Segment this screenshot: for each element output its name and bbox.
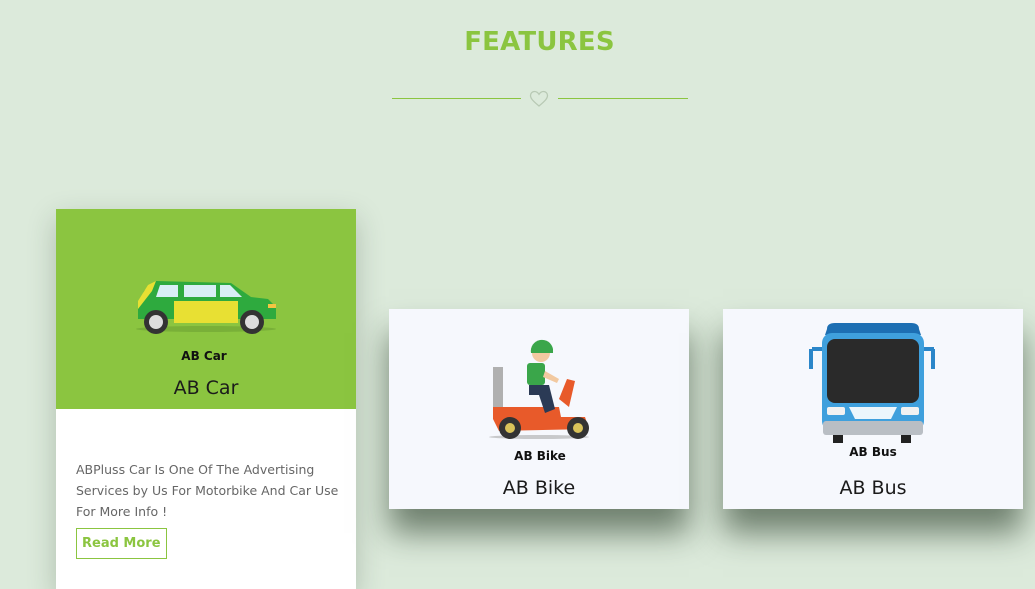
bike-image: AB Bike xyxy=(489,339,589,463)
read-more-button[interactable]: Read More xyxy=(76,528,167,559)
card-title: AB Bus xyxy=(839,477,907,499)
heart-icon xyxy=(529,90,549,107)
feature-card-car[interactable]: AB Car AB Car ABPluss Car Is One Of The … xyxy=(56,209,356,589)
card-description: ABPluss Car Is One Of The Advertising Se… xyxy=(76,462,339,519)
bike-image-caption: AB Bike xyxy=(514,449,566,463)
divider-line-right xyxy=(558,98,688,99)
section-title: FEATURES xyxy=(464,27,615,57)
card-header: AB Car AB Car xyxy=(56,209,356,409)
car-image: AB Car xyxy=(136,281,276,363)
bus-image-caption: AB Bus xyxy=(849,445,896,459)
title-divider xyxy=(392,90,688,108)
car-image-caption: AB Car xyxy=(181,349,227,363)
divider-line-left xyxy=(392,98,521,99)
card-title: AB Car xyxy=(173,377,239,399)
feature-card-bus[interactable]: AB Bus AB Bus xyxy=(723,309,1023,509)
bus-image: AB Bus xyxy=(809,323,935,459)
card-title: AB Bike xyxy=(502,477,576,499)
feature-card-bike[interactable]: AB Bike AB Bike xyxy=(389,309,689,509)
